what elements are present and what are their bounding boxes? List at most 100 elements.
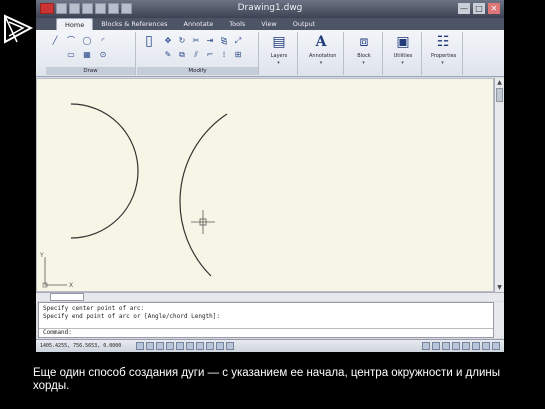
ribbon-tabs: Home Blocks & References Annotate Tools … [56,18,323,30]
vertical-scrollbar[interactable]: ▲ ▼ [494,78,504,292]
horizontal-scrollbar[interactable] [36,292,504,301]
ucs-y-label: Y [39,252,44,259]
command-input[interactable]: Command: [39,328,493,337]
scroll-down-icon[interactable]: ▼ [495,283,504,292]
modify-panel-label[interactable]: Modify [137,67,258,75]
properties-icon: ☷ [436,34,450,50]
scroll-thumb[interactable] [496,88,503,102]
utilities-button[interactable]: ▣ Utilities [391,34,415,59]
rotate-icon[interactable]: ↻ [177,36,187,46]
move-tool-icon[interactable]: ▯ [141,34,157,52]
logo-icon [4,14,33,44]
ducs-icon[interactable] [196,342,204,350]
rectangle-tool-icon[interactable]: ▭ [66,50,76,60]
circle-tool-icon[interactable]: ◯ [82,36,92,46]
utilities-icon: ▣ [396,34,410,50]
block-dropdown-icon[interactable]: ▾ [345,60,382,66]
point-tool-icon[interactable]: ⊙ [98,50,108,60]
scroll-up-icon[interactable]: ▲ [495,78,504,87]
layers-panel: ▤ Layers ▾ [260,32,298,75]
tab-tools[interactable]: Tools [221,18,253,30]
close-button[interactable]: ✕ [488,3,500,14]
status-tray [422,342,500,350]
grid-icon[interactable] [146,342,154,350]
caption-text: Еще один способ создания дуги — с указан… [33,367,501,392]
arc-tool-icon[interactable]: ◜ [98,36,108,46]
layers-button[interactable]: ▤ Layers [267,34,291,59]
layout-icon[interactable] [432,342,440,350]
extend-icon[interactable]: ⇥ [205,36,215,46]
drawing-svg: Y X [39,103,228,289]
command-scrollbar[interactable] [494,302,504,338]
coordinates-readout: 1405.4255, 756.5653, 0.0000 [40,343,122,349]
line-tool-icon[interactable]: ╱ [50,36,60,46]
ortho-icon[interactable] [156,342,164,350]
lock-icon[interactable] [482,342,490,350]
command-history-line: Specify end point of arc or [Angle/chord… [43,313,221,320]
fillet-icon[interactable]: ⌐ [205,50,215,60]
move-icon[interactable]: ✥ [163,36,173,46]
ribbon: ╱ ⌒ ◯ ◜ ▭ ▦ ⊙ Draw ▯ ✥ ↻ ✂ ⇥ ⧎ ⤢ ✎ ⧉ ⫽ ⌐… [36,30,504,77]
offset-icon[interactable]: ⫽ [191,50,201,60]
mirror-icon[interactable]: ⧎ [219,36,229,46]
status-bar: 1405.4255, 756.5653, 0.0000 [36,339,504,352]
quick-properties-icon[interactable] [226,342,234,350]
drawing-canvas[interactable]: Y X [36,78,494,292]
properties-dropdown-icon[interactable]: ▾ [423,60,462,66]
osnap-icon[interactable] [176,342,184,350]
pan-icon[interactable] [442,342,450,350]
maximize-button[interactable]: □ [473,3,485,14]
minimize-button[interactable]: — [458,3,470,14]
model-icon[interactable] [422,342,430,350]
command-window[interactable]: Specify center point of arc: Specify end… [38,302,494,338]
ucs-x-label: X [69,282,73,289]
hatch-tool-icon[interactable]: ▦ [82,50,92,60]
tab-blocks-references[interactable]: Blocks & References [93,18,175,30]
draw-panel-label[interactable]: Draw [46,67,135,75]
block-button[interactable]: ⧈ Block [352,34,376,59]
drafting-toggles [136,342,234,350]
model-tab[interactable] [50,293,84,301]
properties-button[interactable]: ☷ Properties [431,34,456,59]
title-bar: Drawing1.dwg — □ ✕ [36,0,504,18]
tab-output[interactable]: Output [285,18,324,30]
draw-panel: ╱ ⌒ ◯ ◜ ▭ ▦ ⊙ Draw [46,32,136,75]
layers-label: Layers [270,53,288,59]
tab-view[interactable]: View [253,18,284,30]
copy-icon[interactable]: ⧉ [177,50,187,60]
annotation-label: Annotation [309,53,337,59]
scale-icon[interactable]: ⊞ [233,50,243,60]
tab-annotate[interactable]: Annotate [176,18,222,30]
annotation-dropdown-icon[interactable]: ▾ [299,60,343,66]
annotation-button[interactable]: A Annotation [309,34,337,59]
polyline-tool-icon[interactable]: ⌒ [66,36,76,46]
utilities-dropdown-icon[interactable]: ▾ [384,60,421,66]
layers-icon: ▤ [272,34,286,50]
otrack-icon[interactable] [186,342,194,350]
layers-dropdown-icon[interactable]: ▾ [260,60,297,66]
command-prompt: Command: [43,329,72,336]
snap-icon[interactable] [136,342,144,350]
block-icon: ⧈ [359,34,369,50]
command-history-line: Specify center point of arc: [43,305,145,312]
array-icon[interactable]: ⁞ [219,50,229,60]
zoom-icon[interactable] [452,342,460,350]
annotation-scale-icon[interactable] [462,342,470,350]
text-icon: A [315,34,327,50]
annotation-panel: A Annotation ▾ [299,32,344,75]
properties-panel: ☷ Properties ▾ [423,32,463,75]
utilities-panel: ▣ Utilities ▾ [384,32,422,75]
stretch-icon[interactable]: ⤢ [233,36,243,46]
tab-home[interactable]: Home [56,18,94,30]
workspace-icon[interactable] [472,342,480,350]
clean-screen-icon[interactable] [492,342,500,350]
block-label: Block [357,53,371,59]
trim-icon[interactable]: ✂ [191,36,201,46]
erase-icon[interactable]: ✎ [163,50,173,60]
polar-icon[interactable] [166,342,174,350]
lineweight-icon[interactable] [216,342,224,350]
block-panel: ⧈ Block ▾ [345,32,383,75]
arc-right [179,113,228,277]
ucs-icon: Y X [39,252,73,289]
dyn-icon[interactable] [206,342,214,350]
